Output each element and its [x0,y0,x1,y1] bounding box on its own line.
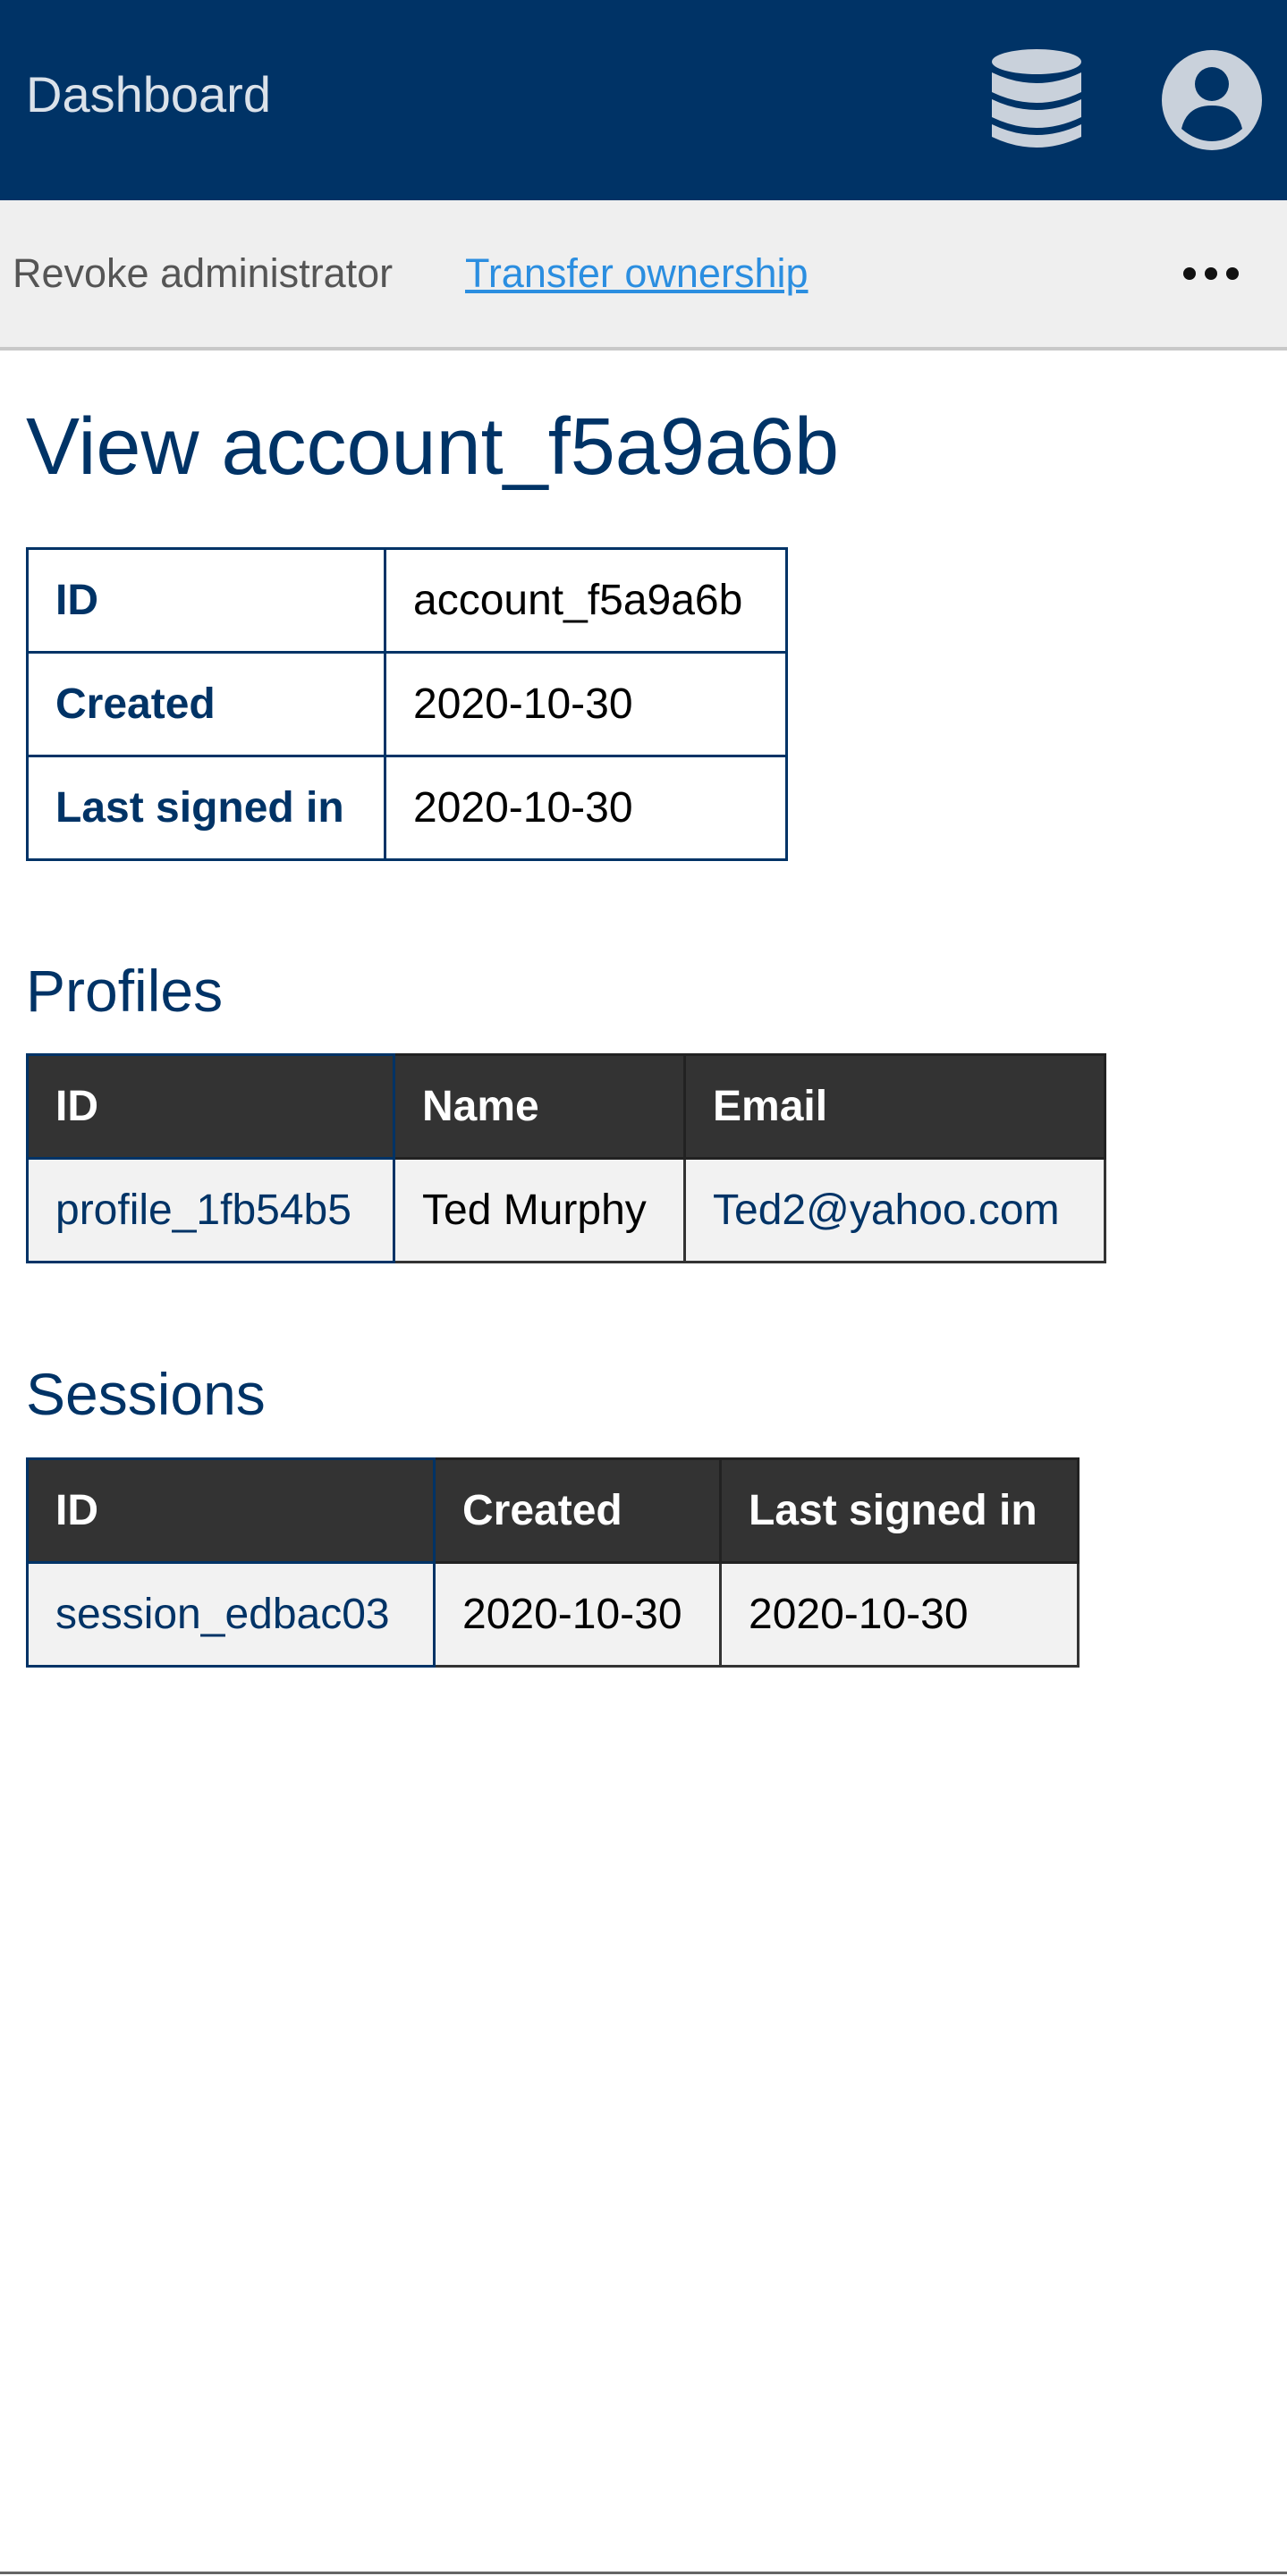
profile-email-link[interactable]: Ted2@yahoo.com [683,1157,1106,1263]
column-header-id: ID [26,1053,395,1160]
profiles-heading: Profiles [26,958,224,1024]
account-key: ID [26,547,386,654]
top-header: Dashboard [0,0,1287,200]
profiles-table: ID Name Email profile_1fb54b5 Ted Murphy… [26,1053,1106,1263]
account-value: account_f5a9a6b [384,547,788,654]
column-header-last-signed-in: Last signed in [719,1457,1080,1564]
column-header-created: Created [433,1457,722,1564]
session-id-link[interactable]: session_edbac03 [26,1561,436,1668]
table-row: profile_1fb54b5 Ted Murphy Ted2@yahoo.co… [26,1157,1106,1263]
sessions-header-row: ID Created Last signed in [26,1457,1080,1564]
profile-name: Ted Murphy [393,1157,686,1263]
profiles-header-row: ID Name Email [26,1053,1106,1160]
transfer-ownership-link[interactable]: Transfer ownership [465,200,809,347]
sessions-table: ID Created Last signed in session_edbac0… [26,1457,1080,1668]
account-key: Last signed in [26,755,386,861]
account-key: Created [26,651,386,757]
account-row-created: Created 2020-10-30 [26,651,788,757]
table-row: session_edbac03 2020-10-30 2020-10-30 [26,1561,1080,1668]
user-avatar-icon[interactable] [1160,48,1264,152]
profile-id-link[interactable]: profile_1fb54b5 [26,1157,395,1263]
account-value: 2020-10-30 [384,651,788,757]
column-header-id: ID [26,1457,436,1564]
session-last-signed-in: 2020-10-30 [719,1561,1080,1668]
page-title: View account_f5a9a6b [26,402,840,492]
revoke-administrator-button[interactable]: Revoke administrator [13,200,393,347]
dashboard-title-link[interactable]: Dashboard [26,0,271,190]
bottom-divider [0,2572,1287,2574]
account-value: 2020-10-30 [384,755,788,861]
session-created: 2020-10-30 [433,1561,722,1668]
sessions-heading: Sessions [26,1361,266,1427]
account-details-table: ID account_f5a9a6b Created 2020-10-30 La… [26,547,788,861]
column-header-name: Name [393,1053,686,1160]
database-icon[interactable] [988,47,1085,151]
account-row-id: ID account_f5a9a6b [26,547,788,654]
column-header-email: Email [683,1053,1106,1160]
account-row-last-signed-in: Last signed in 2020-10-30 [26,755,788,861]
more-dots-icon[interactable] [1181,256,1241,291]
action-bar: Revoke administrator Transfer ownership [0,200,1287,351]
